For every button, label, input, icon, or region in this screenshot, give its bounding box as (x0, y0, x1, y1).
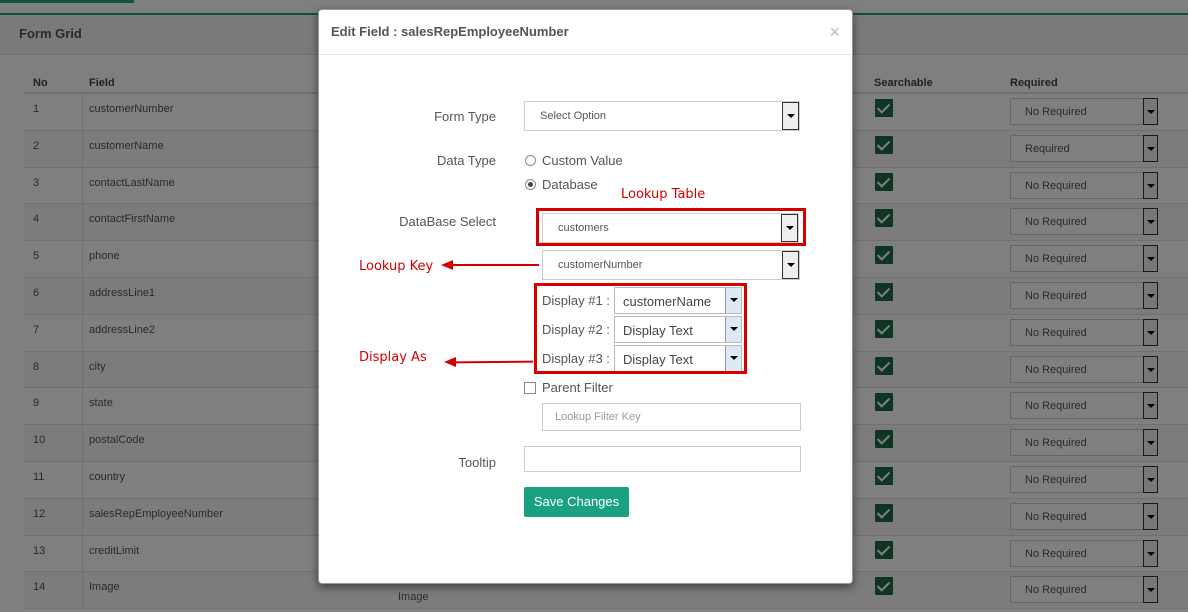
form-type-value: Select Option (540, 110, 607, 122)
radio-database-label: Database (542, 177, 598, 192)
lookup-table-annotation: Lookup Table (621, 187, 706, 202)
data-type-label: Data Type (436, 153, 496, 168)
save-changes-button[interactable]: Save Changes (524, 487, 629, 517)
lookup-key-arrow-line (452, 264, 539, 266)
modal-header: Edit Field : salesRepEmployeeNumber × (319, 10, 852, 55)
parent-filter-checkbox[interactable] (524, 382, 536, 394)
radio-custom-value-label: Custom Value (542, 153, 623, 168)
chevron-down-icon (782, 102, 799, 130)
lookup-filter-key-input[interactable]: Lookup Filter Key (542, 403, 801, 431)
form-type-select[interactable]: Select Option (524, 101, 800, 131)
lookup-table-highlight (536, 208, 806, 246)
display-as-highlight (534, 283, 747, 374)
form-type-label: Form Type (434, 109, 496, 124)
tooltip-label: Tooltip (458, 455, 496, 470)
lookup-key-value: customerNumber (558, 259, 643, 271)
parent-filter-label: Parent Filter (542, 380, 613, 395)
tooltip-input[interactable] (524, 446, 801, 472)
radio-database[interactable] (525, 179, 536, 190)
close-icon[interactable]: × (829, 22, 840, 43)
lookup-key-annotation: Lookup Key (359, 259, 434, 274)
chevron-down-icon (782, 251, 799, 279)
display-as-annotation: Display As (359, 350, 427, 365)
lookup-filter-key-placeholder: Lookup Filter Key (555, 411, 641, 423)
edit-field-modal: Edit Field : salesRepEmployeeNumber × Fo… (318, 9, 853, 584)
database-select-label: DataBase Select (399, 214, 496, 229)
lookup-key-select[interactable]: customerNumber (542, 250, 800, 280)
radio-custom-value[interactable] (525, 155, 536, 166)
modal-title: Edit Field : salesRepEmployeeNumber (331, 24, 569, 39)
